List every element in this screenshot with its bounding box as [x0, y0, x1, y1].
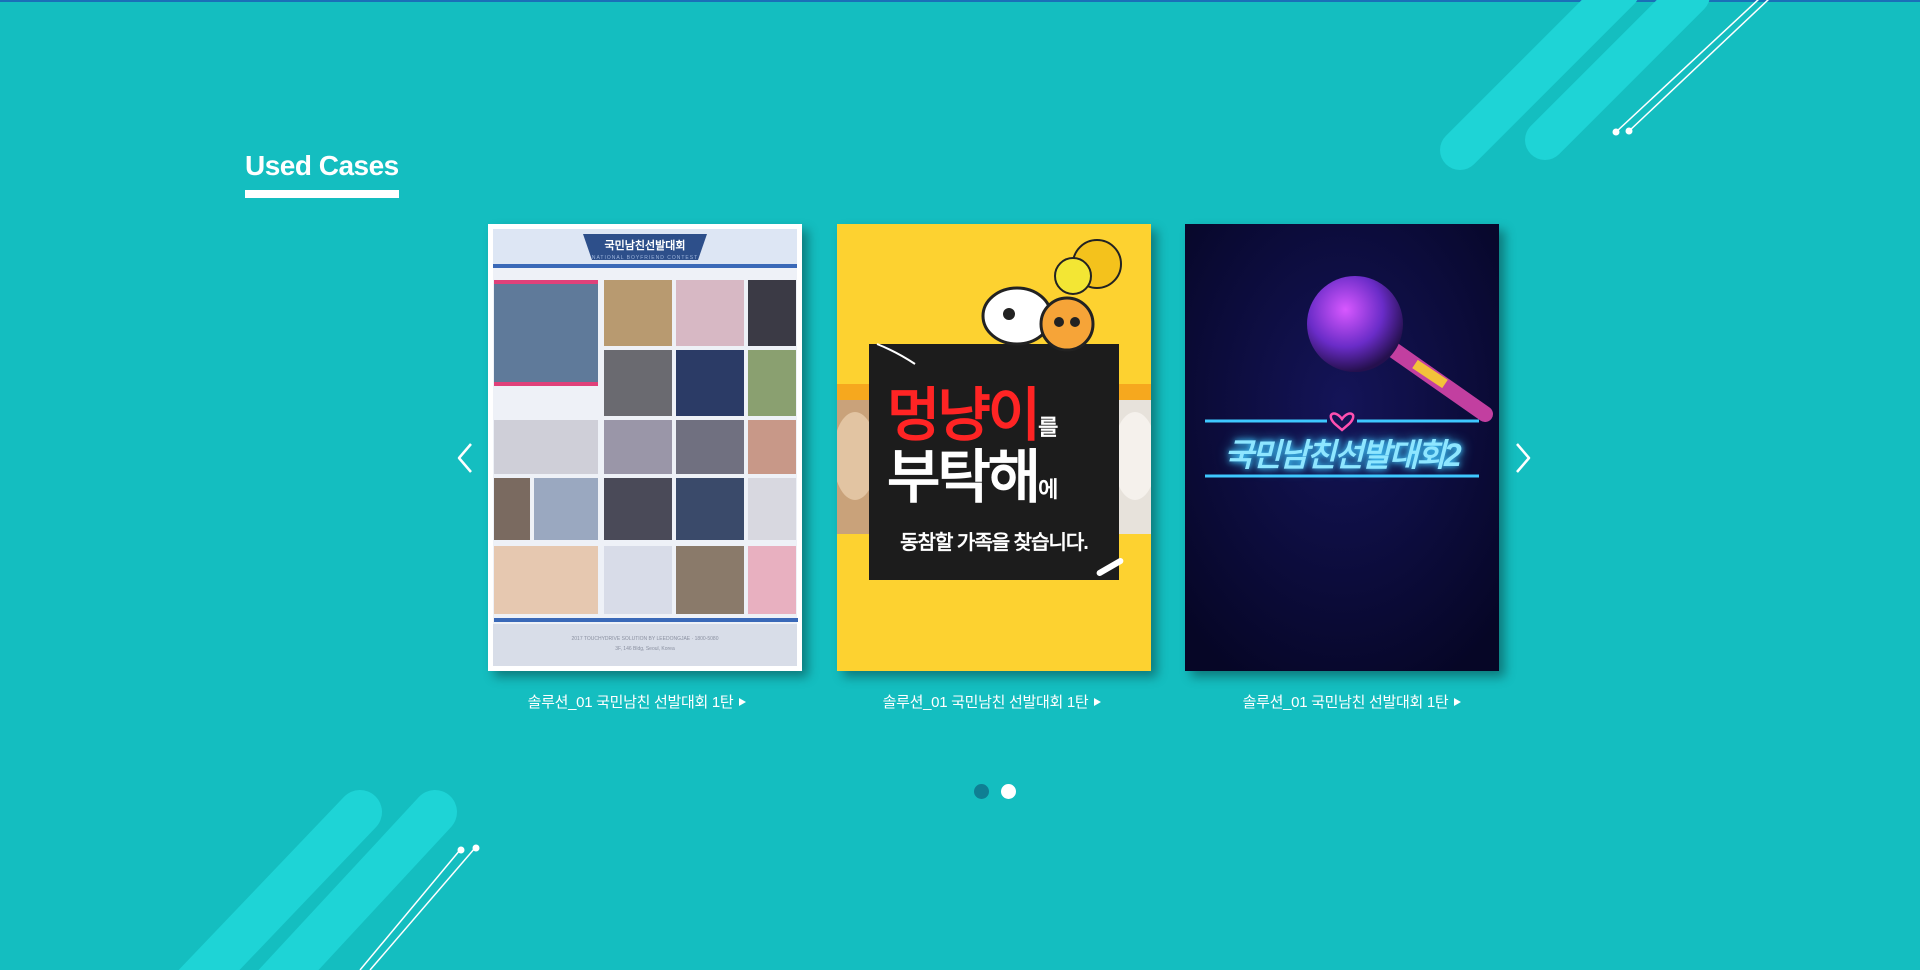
- pagination-dot-1[interactable]: [974, 784, 989, 799]
- decoration-bottom-left: [160, 780, 490, 970]
- chevron-left-icon: [447, 440, 483, 476]
- case-card-1[interactable]: 국민남친선발대회 NATIONAL BOYFRIEND CONTEST 2017…: [488, 224, 802, 671]
- carousel-pagination: [974, 784, 1016, 799]
- poster-2-line2-suffix: 에: [1038, 477, 1059, 502]
- poster-2-line2: 부탁해에: [887, 448, 1058, 520]
- case-card-2[interactable]: 멍냥이를 부탁해에 동참할 가족을 찾습니다.: [837, 224, 1151, 671]
- case-caption-1[interactable]: 솔루션_01 국민남친 선발대회 1탄: [480, 693, 794, 713]
- case-poster-1[interactable]: 국민남친선발대회 NATIONAL BOYFRIEND CONTEST 2017…: [488, 224, 802, 671]
- case-caption-3-text: 솔루션_01 국민남친 선발대회 1탄: [1242, 694, 1449, 711]
- play-icon: [1094, 698, 1102, 706]
- case-caption-1-text: 솔루션_01 국민남친 선발대회 1탄: [527, 694, 734, 711]
- pagination-dot-2[interactable]: [1001, 784, 1016, 799]
- case-caption-3[interactable]: 솔루션_01 국민남친 선발대회 1탄: [1195, 693, 1509, 713]
- decoration-top-right: [1420, 0, 1780, 180]
- poster-1-footer-1: 2017 TOUCHYDRIVE SOLUTION BY LEEDONGJAE …: [571, 636, 719, 642]
- poster-3-neon-title: 국민남친선발대회2: [1224, 437, 1461, 473]
- poster-2-line2-main: 부탁해: [887, 445, 1041, 510]
- play-icon: [1454, 698, 1462, 706]
- chevron-right-icon: [1505, 440, 1541, 476]
- case-caption-2-text: 솔루션_01 국민남친 선발대회 1탄: [882, 694, 1089, 711]
- case-poster-2[interactable]: 멍냥이를 부탁해에 동참할 가족을 찾습니다.: [837, 224, 1151, 671]
- carousel-prev-button[interactable]: [447, 440, 483, 476]
- case-card-3[interactable]: 국민남친선발대회2: [1185, 224, 1499, 671]
- section-title: Used Cases: [245, 150, 399, 198]
- poster-2-line3: 동참할 가족을 찾습니다.: [900, 532, 1089, 554]
- play-icon: [739, 698, 747, 706]
- case-caption-2[interactable]: 솔루션_01 국민남친 선발대회 1탄: [835, 693, 1149, 713]
- poster-2-line1-main: 멍냥이: [887, 383, 1041, 448]
- case-poster-3[interactable]: 국민남친선발대회2: [1185, 224, 1499, 671]
- carousel-next-button[interactable]: [1505, 440, 1541, 476]
- poster-1-footer-2: 3F, 146 Bldg, Seoul, Korea: [615, 646, 675, 652]
- poster-2-line1-suffix: 를: [1038, 415, 1059, 440]
- poster-1-header: 국민남친선발대회: [604, 240, 686, 252]
- poster-1-subheader: NATIONAL BOYFRIEND CONTEST: [591, 255, 699, 261]
